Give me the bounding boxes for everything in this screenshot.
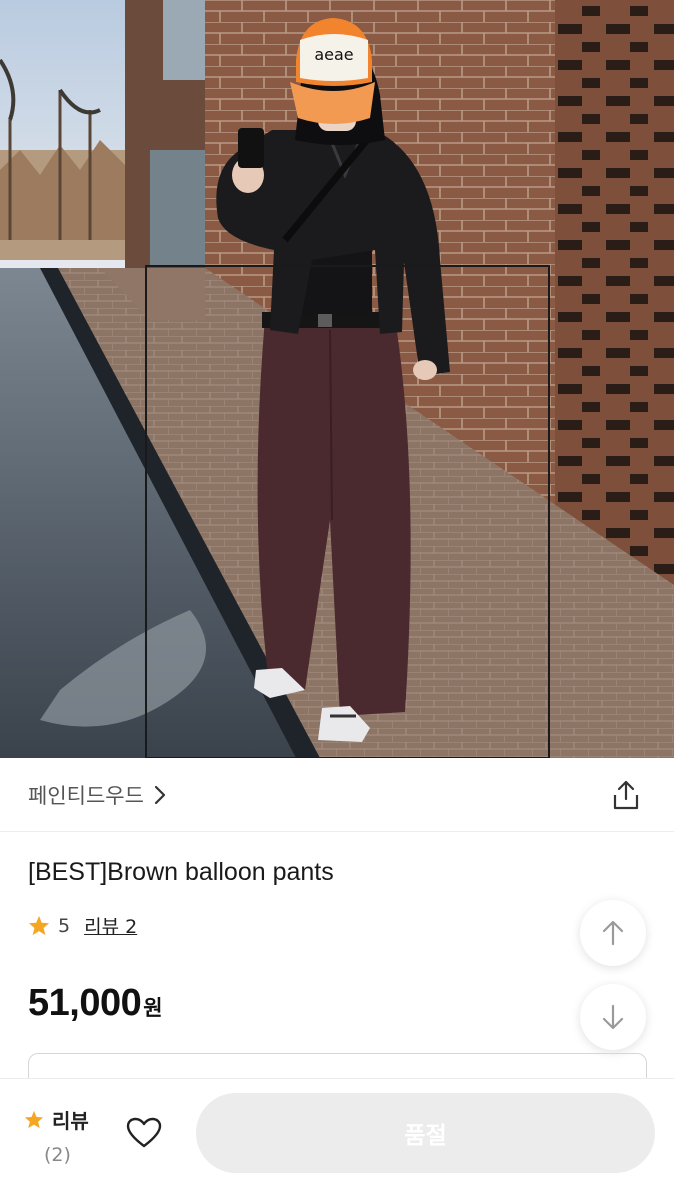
scroll-top-button[interactable] — [580, 900, 646, 966]
cap-logo-text: aeae — [314, 45, 353, 64]
bottom-review-label: 리뷰 — [52, 1109, 89, 1133]
arrow-up-icon — [602, 920, 624, 946]
chevron-right-icon — [154, 785, 166, 804]
arrow-down-icon — [602, 1004, 624, 1030]
brand-name: 페인티드우드 — [28, 783, 144, 808]
price-unit: 원 — [143, 996, 163, 1020]
rating-score: 5 — [58, 914, 71, 937]
share-button[interactable] — [606, 775, 646, 815]
wishlist-button[interactable] — [122, 1111, 166, 1155]
rating-row: 5 리뷰 2 — [28, 912, 137, 939]
price-value: 51,000 — [28, 982, 142, 1024]
star-icon — [28, 915, 50, 936]
product-image[interactable]: aeae — [0, 0, 674, 758]
brand-row: 페인티드우드 — [0, 758, 674, 832]
share-icon — [613, 780, 639, 809]
scroll-bottom-button[interactable] — [580, 984, 646, 1050]
heart-outline-icon — [126, 1117, 162, 1148]
review-count-link[interactable]: 리뷰 2 — [84, 912, 137, 939]
soldout-button[interactable]: 품절 — [196, 1093, 655, 1173]
product-title: [BEST]Brown balloon pants — [28, 858, 334, 886]
star-icon — [24, 1110, 44, 1129]
brand-link[interactable]: 페인티드우드 — [28, 780, 166, 810]
price: 51,000 원 — [28, 982, 163, 1025]
bottom-review-button[interactable]: 리뷰 (2) — [24, 1105, 104, 1166]
bottom-action-bar: 리뷰 (2) 품절 — [0, 1078, 674, 1200]
bottom-review-count: (2) — [44, 1144, 71, 1166]
